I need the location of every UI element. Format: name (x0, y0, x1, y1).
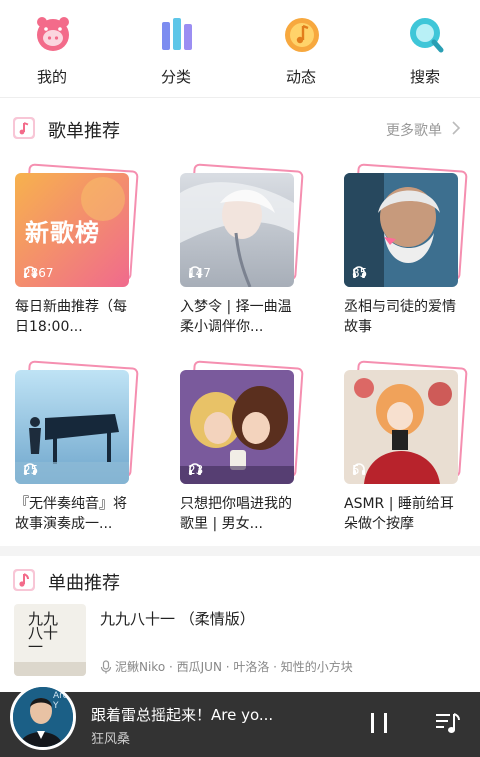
section-divider (0, 546, 480, 556)
cover-text: 新歌榜 (25, 219, 100, 247)
now-playing-artist: 狂风桑 (91, 732, 131, 747)
song-cover: 九九八十一 (14, 604, 86, 676)
avatar-text: Are Y (53, 691, 69, 711)
playlist-cover: 5 (344, 370, 458, 484)
playlist-section-header: 歌单推荐 更多歌单 (0, 104, 480, 148)
nav-label-feed: 动态 (285, 68, 316, 86)
now-playing-avatar[interactable]: Are Y (10, 684, 76, 750)
playlist-card[interactable]: 85 丞相与司徒的爱情故事 (344, 163, 480, 353)
section-title: 单曲推荐 (48, 573, 120, 594)
playlist-cover: 新歌榜 2867 (15, 173, 129, 287)
playlist-title: 丞相与司徒的爱情故事 (344, 299, 456, 335)
playlist-icon (13, 117, 35, 139)
nav-categories[interactable]: 分类 (126, 10, 226, 90)
playlist-cover: 23 (180, 370, 294, 484)
headphones-icon (353, 463, 365, 475)
section-title: 歌单推荐 (48, 121, 120, 142)
play-count: 5 (352, 462, 365, 478)
playlist-card[interactable]: 23 只想把你唱进我的歌里 | 男女... (180, 360, 320, 550)
music-note-circle-icon (285, 18, 319, 52)
nav-label-search: 搜索 (409, 68, 440, 86)
playlist-card[interactable]: 新歌榜 2867 每日新曲推荐（每日18:00... (15, 163, 155, 353)
pause-icon[interactable] (368, 710, 392, 736)
song-title: 九九八十一 （柔情版） (100, 610, 255, 628)
mini-player: Are Y 跟着雷总摇起来！Are yo... 狂风桑 (0, 684, 480, 757)
headphones-icon (24, 266, 36, 278)
play-count: 85 (352, 265, 367, 281)
playlist-card[interactable]: 5 ASMR | 睡前给耳朵做个按摩 (344, 360, 480, 550)
song-artists-text: 泥鳅Niko · 西瓜JUN · 叶洛洛 · 知性的小方块 (115, 660, 353, 674)
categories-icon (162, 18, 192, 50)
playlist-title: 『无伴奏纯音』将故事演奏成一... (15, 496, 127, 532)
nav-my[interactable]: 我的 (2, 10, 102, 90)
song-artists: 泥鳅Niko · 西瓜JUN · 叶洛洛 · 知性的小方块 (100, 658, 353, 675)
top-navigation: 我的 分类 动态 搜索 (0, 0, 480, 98)
nav-search[interactable]: 搜索 (375, 10, 475, 90)
headphones-icon (24, 463, 36, 475)
play-count: 2867 (23, 265, 54, 281)
microphone-icon (100, 659, 112, 673)
pig-face-icon (37, 17, 69, 51)
now-playing-title: 跟着雷总摇起来！Are yo... (91, 706, 274, 724)
song-row[interactable]: 九九八十一 九九八十一 （柔情版） 泥鳅Niko · 西瓜JUN · 叶洛洛 ·… (0, 598, 480, 680)
song-cover-text: 九九八十一 (28, 610, 59, 656)
playlist-queue-icon[interactable] (434, 710, 462, 736)
playlist-title: 每日新曲推荐（每日18:00... (15, 299, 127, 335)
chevron-right-icon[interactable] (450, 120, 462, 136)
play-count: 23 (188, 462, 203, 478)
search-icon (410, 18, 444, 53)
nav-label-categories: 分类 (160, 68, 191, 86)
cover-strip (14, 662, 86, 676)
play-count: 25 (23, 462, 38, 478)
headphones-icon (189, 266, 201, 278)
playlist-cover: 147 (180, 173, 294, 287)
nav-label-my: 我的 (36, 68, 67, 86)
headphones-icon (353, 266, 365, 278)
playlist-cover: 25 (15, 370, 129, 484)
playlist-title: 只想把你唱进我的歌里 | 男女... (180, 496, 292, 532)
play-count: 147 (188, 265, 211, 281)
playlist-title: ASMR | 睡前给耳朵做个按摩 (344, 496, 454, 532)
more-playlists-link[interactable]: 更多歌单 (386, 120, 442, 140)
playlist-title: 入梦令 | 择一曲温柔小调伴你... (180, 299, 292, 335)
songs-section-header: 单曲推荐 (0, 556, 480, 600)
music-note-icon (13, 569, 35, 591)
playlist-cover: 85 (344, 173, 458, 287)
playlist-card[interactable]: 25 『无伴奏纯音』将故事演奏成一... (15, 360, 155, 550)
nav-feed[interactable]: 动态 (251, 10, 351, 90)
headphones-icon (189, 463, 201, 475)
playlist-card[interactable]: 147 入梦令 | 择一曲温柔小调伴你... (180, 163, 320, 353)
